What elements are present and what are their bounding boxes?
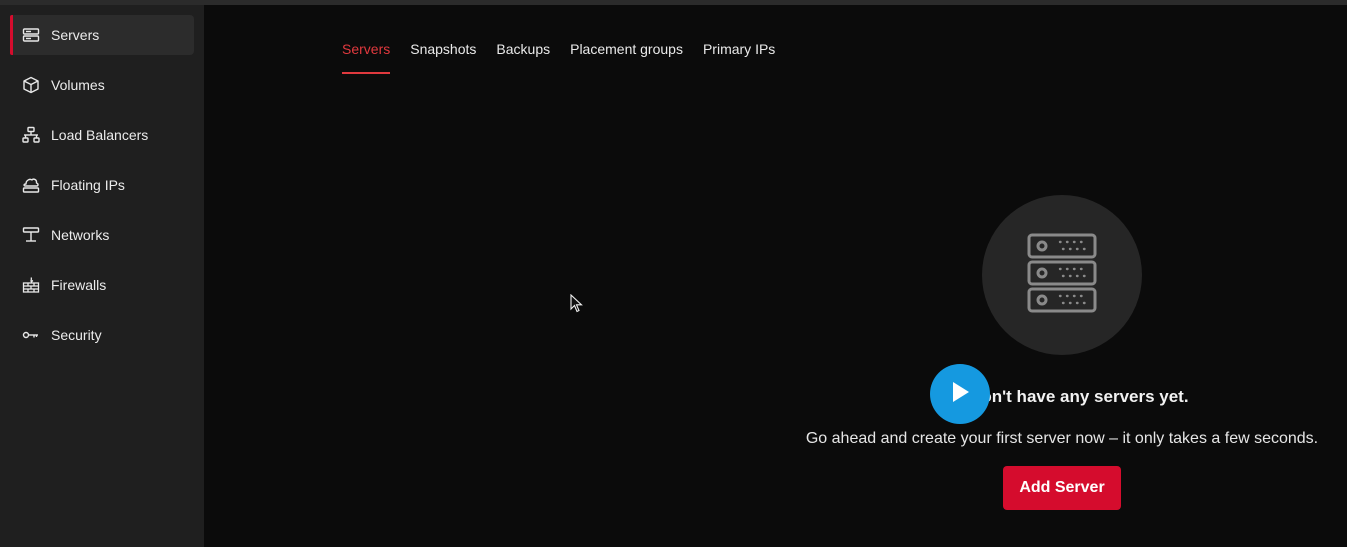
play-button[interactable] [930,364,990,424]
tab-backups[interactable]: Backups [496,41,550,74]
empty-state-subtitle: Go ahead and create your first server no… [805,430,1319,447]
tab-snapshots[interactable]: Snapshots [410,41,476,74]
sidebar-item-label: Load Balancers [51,127,149,143]
sidebar-item-label: Firewalls [51,277,107,293]
sidebar-item-label: Servers [51,27,100,43]
empty-state-illustration [982,195,1142,355]
firewall-icon [22,276,40,294]
load-balancer-icon [22,126,40,144]
tab-primary-ips[interactable]: Primary IPs [703,41,775,74]
sidebar-item-load-balancers[interactable]: Load Balancers [10,115,194,155]
floating-ip-icon [22,176,40,194]
sidebar-item-networks[interactable]: Networks [10,215,194,255]
network-icon [22,226,40,244]
sidebar: Servers Volumes Load Balancers Floating … [0,5,204,547]
sidebar-item-security[interactable]: Security [10,315,194,355]
add-server-button[interactable]: Add Server [1003,466,1121,510]
server-rack-icon [1026,232,1098,319]
volume-icon [22,76,40,94]
sidebar-item-label: Security [51,327,102,343]
sidebar-item-volumes[interactable]: Volumes [10,65,194,105]
tab-servers[interactable]: Servers [342,41,391,74]
main-content: Servers Snapshots Backups Placement grou… [204,5,1347,547]
sidebar-item-label: Volumes [51,77,105,93]
key-icon [22,326,40,344]
tab-placement-groups[interactable]: Placement groups [570,41,683,74]
sidebar-item-label: Networks [51,227,110,243]
tab-bar: Servers Snapshots Backups Placement grou… [342,41,795,77]
sidebar-item-label: Floating IPs [51,177,125,193]
play-icon [949,380,971,409]
server-icon [22,26,40,44]
sidebar-item-servers[interactable]: Servers [10,15,194,55]
sidebar-item-floating-ips[interactable]: Floating IPs [10,165,194,205]
mouse-cursor [570,293,584,314]
sidebar-item-firewalls[interactable]: Firewalls [10,265,194,305]
